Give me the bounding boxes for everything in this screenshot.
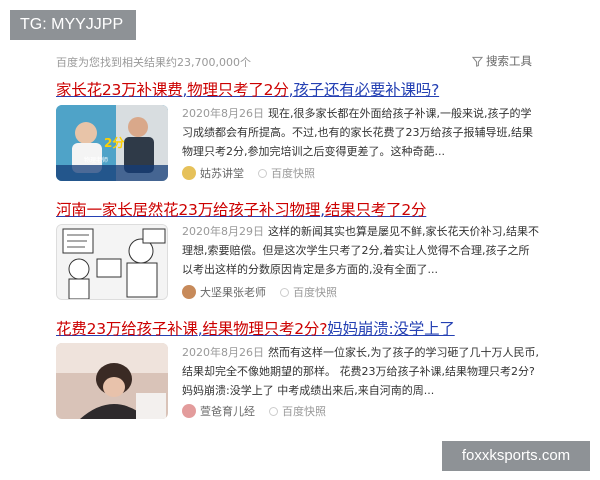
site-watermark: foxxksports.com bbox=[442, 441, 590, 471]
snippet-text: 现在,很多家长都在外面给孩子补课,一般来说,孩子的学 bbox=[268, 107, 532, 120]
result-snippet-3: 2020年8月26日 然而有这样一位家长,为了孩子的学习砸了几十万人民币, 结果却… bbox=[182, 343, 552, 400]
result-thumbnail-1[interactable]: 2分 物理老师 bbox=[56, 105, 168, 181]
result-source-2: 大坚果张老师 百度快照 bbox=[182, 284, 337, 300]
snapshot-icon bbox=[258, 168, 267, 178]
snapshot-icon bbox=[269, 406, 278, 416]
result-title-2[interactable]: 河南一家长居然花23万给孩子补习物理,结果只考了2分 bbox=[56, 198, 427, 220]
title-part: 结果只考了2分 bbox=[324, 201, 427, 219]
result-source-3: 萱爸育儿经 百度快照 bbox=[182, 403, 326, 419]
snippet-text: 然而有这样一位家长,为了孩子的学习砸了几十万人民币, bbox=[268, 346, 539, 359]
source-avatar bbox=[182, 285, 196, 299]
title-part: 花费23万给孩子补课 bbox=[56, 320, 198, 338]
source-avatar bbox=[182, 166, 196, 180]
snapshot-link[interactable]: 百度快照 bbox=[271, 165, 315, 181]
snapshot-link[interactable]: 百度快照 bbox=[293, 284, 337, 300]
result-date: 2020年8月26日 bbox=[182, 107, 264, 120]
cartoon-image bbox=[57, 225, 167, 299]
channel-badge: TG: MYYJJPP bbox=[10, 10, 136, 40]
snapshot-link[interactable]: 百度快照 bbox=[282, 403, 326, 419]
source-name[interactable]: 大坚果张老师 bbox=[200, 284, 266, 300]
result-title-3[interactable]: 花费23万给孩子补课,结果物理只考2分?妈妈崩溃:没学上了 bbox=[56, 317, 455, 339]
title-part: 家长花23万补课费 bbox=[56, 81, 183, 99]
title-part: 物理只考了2分 bbox=[187, 81, 289, 99]
snippet-text: 妈妈崩溃:没学上了 中考成绩出来后,来自河南的周... bbox=[182, 384, 435, 397]
result-snippet-2: 2020年8月29日 这样的新闻其实也算是屡见不鲜,家长花天价补习,结果不 理想,… bbox=[182, 222, 552, 279]
title-part: 河南一家长居然花23万给孩子补习物理 bbox=[56, 201, 321, 219]
result-thumbnail-3[interactable] bbox=[56, 343, 168, 419]
source-avatar bbox=[182, 404, 196, 418]
svg-text:2分: 2分 bbox=[104, 135, 124, 150]
svg-text:物理老师: 物理老师 bbox=[84, 156, 108, 164]
snapshot-icon bbox=[280, 287, 289, 297]
search-tools-label: 搜索工具 bbox=[486, 54, 532, 68]
snippet-text: 以考出这样的分数原因肯定是多方面的,没有全面了... bbox=[182, 263, 438, 276]
snippet-text: 理想,索要赔偿。但是这次学生只考了2分,着实让人觉得不合理,孩子之所 bbox=[182, 244, 530, 257]
title-part: 妈妈崩溃:没学上了 bbox=[327, 320, 455, 338]
snippet-text: 结果却完全不像她期望的那样。 花费23万给孩子补课,结果物理只考2分? bbox=[182, 365, 535, 378]
result-snippet-1: 2020年8月26日 现在,很多家长都在外面给孩子补课,一般来说,孩子的学 习成绩… bbox=[182, 104, 552, 161]
filter-icon bbox=[472, 56, 483, 67]
snippet-text: 习成绩都会有所提高。不过,也有的家长花费了23万给孩子报辅导班,结果 bbox=[182, 126, 533, 139]
result-title-1[interactable]: 家长花23万补课费,物理只考了2分,孩子还有必要补课吗? bbox=[56, 78, 439, 100]
mother-photo bbox=[56, 343, 168, 419]
title-part: 孩子还有必要补课吗? bbox=[293, 81, 440, 99]
result-date: 2020年8月26日 bbox=[182, 346, 264, 359]
news-photo: 2分 物理老师 bbox=[56, 105, 168, 181]
result-thumbnail-2[interactable] bbox=[56, 224, 168, 300]
source-name[interactable]: 萱爸育儿经 bbox=[200, 403, 255, 419]
result-source-1: 姑苏讲堂 百度快照 bbox=[182, 165, 315, 181]
snippet-text: 这样的新闻其实也算是屡见不鲜,家长花天价补习,结果不 bbox=[268, 225, 539, 238]
search-tools-button[interactable]: 搜索工具 bbox=[472, 53, 532, 69]
result-date: 2020年8月29日 bbox=[182, 225, 264, 238]
title-part: 结果物理只考2分? bbox=[202, 320, 328, 338]
snippet-text: 物理只考2分,参加完培训之后变得更差了。这种奇葩... bbox=[182, 145, 445, 158]
source-name[interactable]: 姑苏讲堂 bbox=[200, 165, 244, 181]
result-count: 百度为您找到相关结果约23,700,000个 bbox=[56, 56, 251, 69]
